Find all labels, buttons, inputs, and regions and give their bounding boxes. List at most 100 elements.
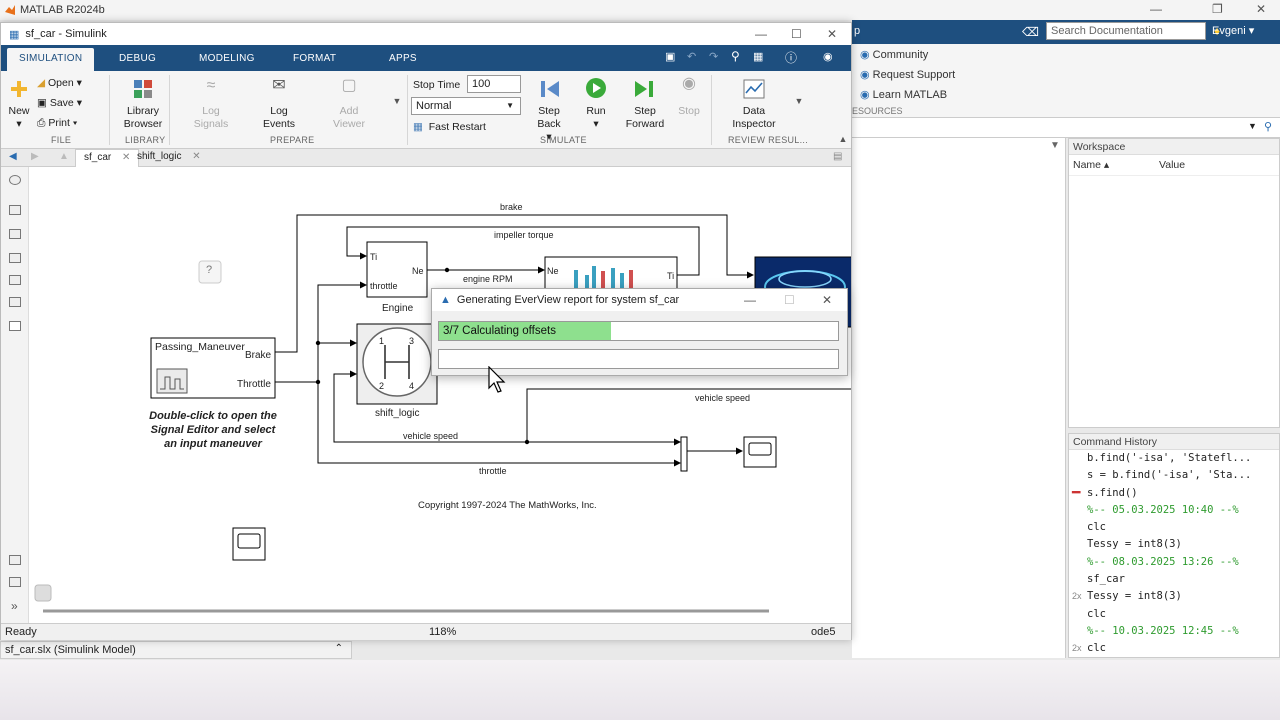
- user-menu[interactable]: Evgeni ▾: [1212, 24, 1254, 37]
- status-solver[interactable]: ode5: [811, 626, 835, 638]
- restore-icon[interactable]: ❐: [1212, 2, 1223, 16]
- simulate-section-label: SIMULATE: [540, 135, 587, 145]
- folder-dropdown-icon[interactable]: ▼: [1248, 121, 1257, 131]
- data-inspector-button[interactable]: Data Inspector: [727, 105, 781, 131]
- passing-maneuver-label[interactable]: Passing_Maneuver: [155, 341, 245, 353]
- file-details-label: sf_car.slx (Simulink Model): [5, 644, 136, 656]
- request-support-link[interactable]: ◉ Request Support: [860, 68, 955, 81]
- history-entry[interactable]: clc: [1069, 519, 1279, 536]
- ribbon-options-icon[interactable]: ◉: [823, 50, 833, 63]
- resources-section: ◉ Community ◉ Request Support ◉ Learn MA…: [852, 44, 1280, 118]
- forward-arrow-icon[interactable]: ▶: [31, 151, 39, 162]
- open-button[interactable]: ◢ Open ▾: [37, 77, 101, 90]
- current-folder-bar[interactable]: ▼ ⚲: [852, 118, 1280, 138]
- redo-icon[interactable]: ↷: [709, 50, 718, 63]
- undo-icon[interactable]: ↶: [687, 50, 696, 63]
- history-entry[interactable]: s = b.find('-isa', 'Sta...: [1069, 467, 1279, 484]
- layout-icon[interactable]: ▦: [753, 50, 763, 63]
- tab-debug[interactable]: DEBUG: [119, 53, 156, 64]
- review-gallery-dropdown-icon[interactable]: ▼: [793, 95, 805, 108]
- copyright-note: Copyright 1997-2024 The MathWorks, Inc.: [418, 500, 597, 511]
- up-arrow-icon[interactable]: ▲: [59, 151, 69, 162]
- history-entry[interactable]: b.find('-isa', 'Statefl...: [1069, 450, 1279, 467]
- history-entry[interactable]: 2x Tessy = int8(3): [1069, 588, 1279, 605]
- dialog-minimize-icon[interactable]: —: [744, 293, 756, 307]
- sl-minimize-icon[interactable]: —: [755, 27, 767, 41]
- back-arrow-icon[interactable]: ◀: [9, 151, 17, 162]
- help-icon-glyph[interactable]: ?: [206, 264, 212, 276]
- tab-modeling[interactable]: MODELING: [199, 53, 255, 64]
- property-inspector-icon[interactable]: [9, 577, 21, 587]
- history-entry[interactable]: Tessy = int8(3): [1069, 536, 1279, 553]
- step-forward-button[interactable]: Step Forward: [619, 105, 671, 131]
- fast-restart-toggle[interactable]: ▦ Fast Restart: [413, 121, 513, 134]
- learn-matlab-link[interactable]: ◉ Learn MATLAB: [860, 88, 947, 101]
- folder-search-icon[interactable]: ⚲: [1264, 120, 1272, 133]
- sl-maximize-icon[interactable]: ☐: [791, 27, 802, 41]
- shift-logic-label[interactable]: shift_logic: [375, 408, 419, 419]
- fast-restart-icon: ▦: [413, 121, 423, 133]
- annotation-icon[interactable]: [9, 275, 21, 285]
- log-events-button[interactable]: Log Events: [257, 105, 301, 131]
- command-window[interactable]: ▼: [852, 138, 1066, 658]
- file-details-bar[interactable]: sf_car.slx (Simulink Model) ⌃: [0, 641, 352, 659]
- ws-col-value[interactable]: Value: [1159, 159, 1185, 171]
- chevron-up-icon[interactable]: ⌃: [335, 643, 343, 654]
- documentation-search-input[interactable]: Search Documentation: [1046, 22, 1206, 40]
- find-icon[interactable]: ⚲: [731, 49, 740, 63]
- stop-button[interactable]: Stop: [675, 105, 703, 118]
- new-button[interactable]: New ▾: [5, 105, 33, 131]
- panel-menu-icon[interactable]: ▼: [1050, 140, 1060, 151]
- fit-view-icon[interactable]: [9, 229, 21, 239]
- arrow-icon[interactable]: [9, 253, 21, 263]
- save-button[interactable]: ▣ Save ▾: [37, 97, 101, 110]
- close-icon[interactable]: ✕: [1256, 2, 1266, 16]
- log-signals-button[interactable]: Log Signals: [189, 105, 233, 131]
- history-entry[interactable]: %-- 08.03.2025 13:26 --%: [1069, 554, 1279, 571]
- add-viewer-button[interactable]: Add Viewer: [327, 105, 371, 131]
- minimize-icon[interactable]: —: [1150, 2, 1162, 16]
- hide-explorer-icon[interactable]: [9, 175, 21, 185]
- history-entry[interactable]: clc: [1069, 606, 1279, 623]
- help-icon[interactable]: ⓘ: [785, 49, 797, 66]
- expand-toolbar-icon[interactable]: »: [11, 599, 18, 613]
- history-entry[interactable]: %-- 10.03.2025 12:45 --%: [1069, 623, 1279, 640]
- dialog-close-icon[interactable]: ✕: [822, 293, 832, 307]
- tab-menu-icon[interactable]: ▤: [833, 151, 842, 162]
- simulink-toolstrip-tabs: SIMULATION DEBUG MODELING FORMAT APPS ▣ …: [1, 45, 851, 71]
- stop-time-input[interactable]: 100: [467, 75, 521, 93]
- print-button[interactable]: ⎙ Print ▾: [37, 117, 101, 130]
- simulation-mode-select[interactable]: Normal ▼: [411, 97, 521, 115]
- zoom-icon[interactable]: [9, 205, 21, 215]
- collapse-ribbon-icon[interactable]: ⌫: [1022, 25, 1039, 39]
- dialog-maximize-icon[interactable]: ☐: [784, 293, 795, 307]
- history-entry[interactable]: sf_car: [1069, 571, 1279, 588]
- matlab-tab-fragment[interactable]: p: [854, 25, 860, 37]
- tab-apps[interactable]: APPS: [389, 53, 417, 64]
- label-vehicle-speed: vehicle speed: [403, 431, 459, 441]
- model-browser-icon[interactable]: [9, 555, 21, 565]
- community-link[interactable]: ◉ Community: [860, 48, 928, 61]
- tab-shift-logic[interactable]: shift_logic ✕: [137, 151, 201, 162]
- tab-simulation[interactable]: SIMULATION: [7, 48, 95, 71]
- sl-close-icon[interactable]: ✕: [827, 27, 837, 41]
- model-canvas[interactable]: brake impeller torque engine RPM vehicle…: [29, 167, 851, 623]
- prepare-gallery-dropdown-icon[interactable]: ▼: [391, 95, 403, 108]
- history-entry[interactable]: ━ s.find(): [1069, 484, 1279, 502]
- passing-port-brake: Brake: [245, 350, 272, 361]
- ws-col-name[interactable]: Name ▴: [1073, 159, 1159, 171]
- history-entry[interactable]: 2x clc: [1069, 640, 1279, 657]
- engine-label[interactable]: Engine: [382, 303, 413, 314]
- history-entry[interactable]: %-- 05.03.2025 10:40 --%: [1069, 502, 1279, 519]
- image-icon[interactable]: [9, 297, 21, 307]
- tab-sf-car[interactable]: sf_car ✕: [75, 149, 140, 167]
- tab-format[interactable]: FORMAT: [293, 53, 336, 64]
- label-impeller-torque: impeller torque: [494, 230, 554, 240]
- history-text: b.find('-isa', 'Statefl...: [1087, 452, 1252, 464]
- status-zoom[interactable]: 118%: [429, 626, 456, 638]
- run-button[interactable]: Run ▾: [579, 105, 613, 131]
- area-icon[interactable]: [9, 321, 21, 331]
- collapse-toolstrip-icon[interactable]: ▲: [837, 133, 849, 146]
- library-browser-button[interactable]: Library Browser: [117, 105, 169, 131]
- quick-save-icon[interactable]: ▣: [665, 50, 675, 63]
